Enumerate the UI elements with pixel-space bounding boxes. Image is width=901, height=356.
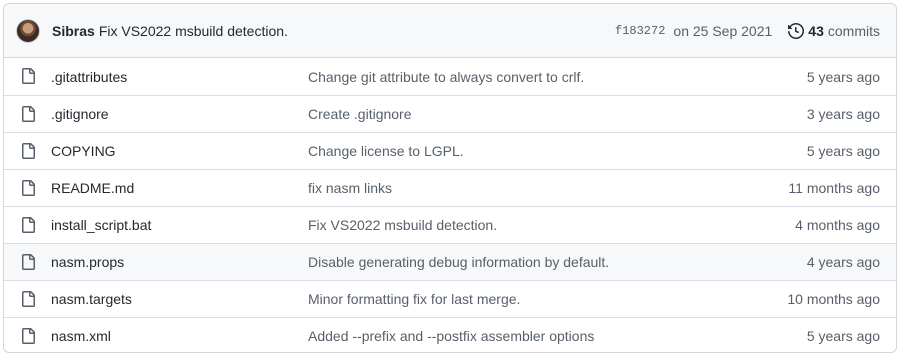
file-row[interactable]: .gitattributes Change git attribute to al… bbox=[4, 58, 896, 95]
file-name[interactable]: README.md bbox=[51, 180, 134, 196]
file-row[interactable]: nasm.props Disable generating debug infor… bbox=[4, 243, 896, 280]
commits-count: 43 bbox=[808, 23, 824, 39]
file-row[interactable]: install_script.bat Fix VS2022 msbuild det… bbox=[4, 206, 896, 243]
file-commit-age[interactable]: 11 months ago bbox=[788, 180, 880, 196]
file-name[interactable]: install_script.bat bbox=[51, 217, 151, 233]
file-commit-message[interactable]: Disable generating debug information by … bbox=[308, 254, 609, 270]
file-name[interactable]: nasm.props bbox=[51, 254, 124, 270]
file-commit-age[interactable]: 10 months ago bbox=[787, 291, 880, 307]
file-row[interactable]: .gitignore Create .gitignore 3 years ago bbox=[4, 95, 896, 132]
file-icon bbox=[22, 180, 35, 196]
file-name[interactable]: .gitignore bbox=[51, 106, 109, 122]
file-commit-age[interactable]: 5 years ago bbox=[807, 328, 880, 344]
file-icon bbox=[22, 291, 35, 307]
file-icon bbox=[22, 68, 35, 84]
commit-sha[interactable]: f183272 bbox=[615, 24, 665, 38]
avatar[interactable] bbox=[16, 18, 40, 43]
commit-message[interactable]: Fix VS2022 msbuild detection. bbox=[99, 23, 288, 39]
file-name[interactable]: nasm.xml bbox=[51, 328, 111, 344]
file-commit-age[interactable]: 5 years ago bbox=[807, 69, 880, 85]
commit-meta: f183272 on 25 Sep 2021 43 commits bbox=[615, 4, 880, 58]
file-row[interactable]: nasm.targets Minor formatting fix for las… bbox=[4, 280, 896, 317]
commits-label: commits bbox=[827, 23, 880, 39]
file-commit-message[interactable]: Create .gitignore bbox=[308, 106, 412, 122]
file-icon bbox=[22, 106, 35, 122]
file-commit-age[interactable]: 5 years ago bbox=[807, 143, 880, 159]
file-row[interactable]: README.md fix nasm links 11 months ago bbox=[4, 169, 896, 206]
commit-author[interactable]: Sibras bbox=[52, 23, 95, 39]
file-commit-age[interactable]: 4 months ago bbox=[795, 217, 880, 233]
file-list: .gitattributes Change git attribute to al… bbox=[4, 58, 896, 352]
file-row[interactable]: COPYING Change license to LGPL. 5 years ag… bbox=[4, 132, 896, 169]
file-commit-age[interactable]: 3 years ago bbox=[807, 106, 880, 122]
file-icon bbox=[22, 217, 35, 233]
file-commit-message[interactable]: Change license to LGPL. bbox=[308, 143, 464, 159]
file-commit-age[interactable]: 4 years ago bbox=[807, 254, 880, 270]
file-name[interactable]: .gitattributes bbox=[51, 69, 127, 85]
file-commit-message[interactable]: Added --prefix and --postfix assembler o… bbox=[308, 328, 594, 344]
commit-date[interactable]: on 25 Sep 2021 bbox=[673, 23, 772, 39]
file-icon bbox=[22, 143, 35, 159]
file-icon bbox=[22, 328, 35, 344]
file-name[interactable]: nasm.targets bbox=[51, 291, 132, 307]
history-icon bbox=[788, 23, 805, 39]
file-icon bbox=[22, 254, 35, 270]
latest-commit-bar: Sibras Fix VS2022 msbuild detection. f18… bbox=[4, 4, 896, 58]
file-commit-message[interactable]: Change git attribute to always convert t… bbox=[308, 69, 584, 85]
file-name[interactable]: COPYING bbox=[51, 143, 116, 159]
file-commit-message[interactable]: Minor formatting fix for last merge. bbox=[308, 291, 520, 307]
file-browser: Sibras Fix VS2022 msbuild detection. f18… bbox=[3, 3, 897, 353]
file-row[interactable]: nasm.xml Added --prefix and --postfix ass… bbox=[4, 317, 896, 352]
file-commit-message[interactable]: fix nasm links bbox=[308, 180, 392, 196]
commits-link[interactable]: 43 commits bbox=[788, 23, 880, 39]
file-commit-message[interactable]: Fix VS2022 msbuild detection. bbox=[308, 217, 497, 233]
